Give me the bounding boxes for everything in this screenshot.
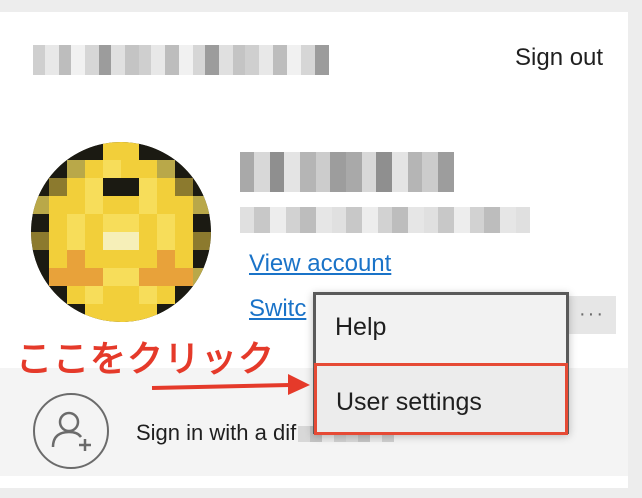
add-person-icon[interactable] <box>33 393 109 469</box>
context-menu: Help User settings <box>313 292 569 435</box>
more-options-button[interactable]: ··· <box>568 296 616 334</box>
switch-directory-link[interactable]: Switc <box>249 295 306 323</box>
arrow-icon <box>151 374 310 395</box>
blurred-email <box>33 45 329 75</box>
blurred-account-email <box>240 207 530 233</box>
view-account-link[interactable]: View account <box>249 250 391 278</box>
sign-out-link[interactable]: Sign out <box>515 44 603 72</box>
menu-item-help[interactable]: Help <box>316 313 566 342</box>
sign-in-label: Sign in with a dif <box>136 420 297 445</box>
avatar <box>31 142 211 322</box>
menu-item-user-settings[interactable]: User settings <box>314 363 568 435</box>
blurred-display-name <box>240 152 454 192</box>
person-plus-icon <box>51 411 91 451</box>
